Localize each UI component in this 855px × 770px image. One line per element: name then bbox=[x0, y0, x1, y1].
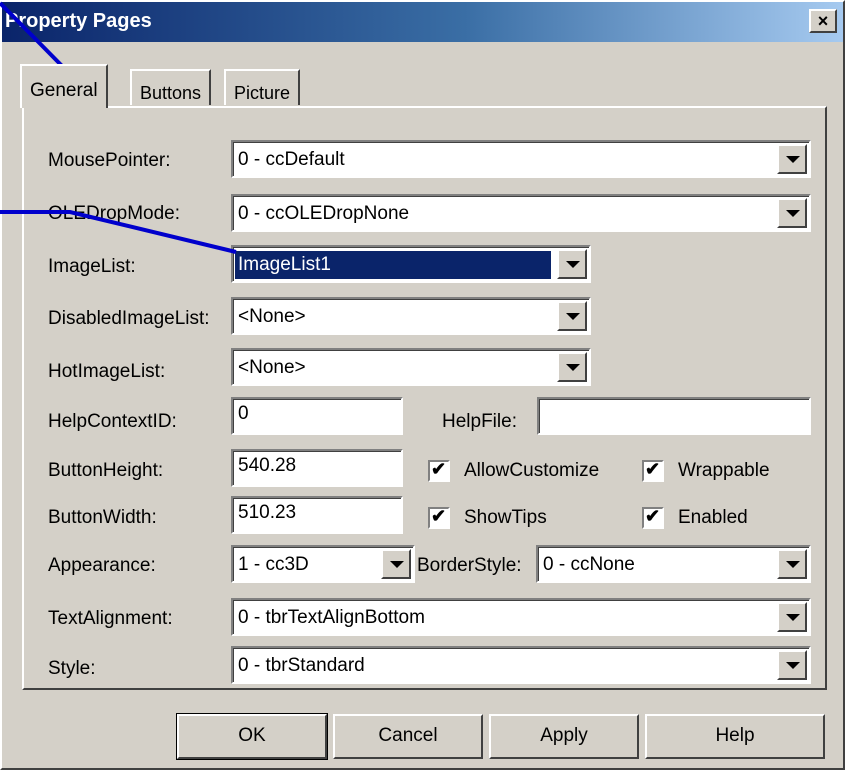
chevron-down-icon[interactable] bbox=[557, 352, 587, 382]
appearance-label: Appearance: bbox=[48, 555, 156, 576]
cancel-button[interactable]: Cancel bbox=[333, 714, 483, 759]
text-alignment-label: TextAlignment: bbox=[48, 608, 173, 629]
title-bar[interactable]: Property Pages × bbox=[2, 2, 843, 42]
show-tips-label: ShowTips bbox=[464, 507, 547, 528]
disabled-image-list-value: <None> bbox=[238, 306, 306, 327]
help-context-id-label: HelpContextID: bbox=[48, 411, 177, 432]
appearance-value: 1 - cc3D bbox=[238, 554, 309, 575]
help-context-id-value: 0 bbox=[238, 403, 249, 424]
style-dropdown[interactable]: 0 - tbrStandard bbox=[231, 646, 811, 684]
enabled-label: Enabled bbox=[678, 507, 748, 528]
ole-drop-mode-value: 0 - ccOLEDropNone bbox=[238, 203, 410, 224]
show-tips-checkbox[interactable] bbox=[428, 506, 450, 529]
allow-customize-label: AllowCustomize bbox=[464, 460, 600, 481]
image-list-value: ImageList1 bbox=[235, 251, 551, 279]
border-style-label: BorderStyle: bbox=[417, 555, 522, 576]
close-icon: × bbox=[817, 11, 829, 31]
tab-picture[interactable]: Picture bbox=[224, 69, 301, 105]
border-style-dropdown[interactable]: 0 - ccNone bbox=[536, 545, 811, 583]
help-context-id-input[interactable]: 0 bbox=[231, 397, 403, 435]
mouse-pointer-label: MousePointer: bbox=[48, 150, 171, 171]
style-value: 0 - tbrStandard bbox=[238, 655, 365, 676]
appearance-dropdown[interactable]: 1 - cc3D bbox=[231, 545, 415, 583]
ole-drop-mode-label: OLEDropMode: bbox=[48, 203, 181, 224]
wrappable-checkbox[interactable] bbox=[642, 459, 664, 482]
chevron-down-icon[interactable] bbox=[557, 249, 587, 279]
ole-drop-mode-dropdown[interactable]: 0 - ccOLEDropNone bbox=[231, 194, 811, 232]
apply-button[interactable]: Apply bbox=[489, 714, 639, 759]
tab-general[interactable]: General bbox=[20, 64, 108, 108]
wrappable-label: Wrappable bbox=[678, 460, 770, 481]
allow-customize-checkbox[interactable] bbox=[428, 459, 450, 482]
style-label: Style: bbox=[48, 658, 96, 679]
help-button[interactable]: Help bbox=[645, 714, 825, 759]
disabled-image-list-label: DisabledImageList: bbox=[48, 308, 210, 329]
button-width-value: 510.23 bbox=[238, 502, 297, 523]
button-height-input[interactable]: 540.28 bbox=[231, 449, 403, 487]
help-file-input[interactable] bbox=[537, 397, 811, 435]
chevron-down-icon[interactable] bbox=[777, 650, 807, 680]
image-list-dropdown[interactable]: ImageList1 bbox=[231, 245, 591, 283]
help-file-label: HelpFile: bbox=[442, 411, 517, 432]
mouse-pointer-value: 0 - ccDefault bbox=[238, 149, 345, 170]
close-button[interactable]: × bbox=[809, 9, 837, 33]
button-width-input[interactable]: 510.23 bbox=[231, 496, 403, 534]
hot-image-list-value: <None> bbox=[238, 357, 306, 378]
chevron-down-icon[interactable] bbox=[777, 602, 807, 632]
button-height-label: ButtonHeight: bbox=[48, 460, 164, 481]
button-height-value: 540.28 bbox=[238, 455, 297, 476]
property-pages-dialog: Property Pages × General Buttons Picture… bbox=[0, 0, 845, 770]
mouse-pointer-dropdown[interactable]: 0 - ccDefault bbox=[231, 140, 811, 178]
hot-image-list-label: HotImageList: bbox=[48, 361, 166, 382]
text-alignment-value: 0 - tbrTextAlignBottom bbox=[238, 607, 425, 628]
chevron-down-icon[interactable] bbox=[557, 301, 587, 331]
chevron-down-icon[interactable] bbox=[381, 549, 411, 579]
chevron-down-icon[interactable] bbox=[777, 144, 807, 174]
button-width-label: ButtonWidth: bbox=[48, 507, 157, 528]
chevron-down-icon[interactable] bbox=[777, 549, 807, 579]
enabled-checkbox[interactable] bbox=[642, 506, 664, 529]
image-list-label: ImageList: bbox=[48, 256, 136, 277]
border-style-value: 0 - ccNone bbox=[543, 554, 635, 575]
hot-image-list-dropdown[interactable]: <None> bbox=[231, 348, 591, 386]
text-alignment-dropdown[interactable]: 0 - tbrTextAlignBottom bbox=[231, 598, 811, 636]
general-tab-panel: MousePointer: 0 - ccDefault OLEDropMode:… bbox=[22, 106, 827, 690]
chevron-down-icon[interactable] bbox=[777, 198, 807, 228]
window-title: Property Pages bbox=[5, 10, 152, 32]
disabled-image-list-dropdown[interactable]: <None> bbox=[231, 297, 591, 335]
tab-buttons[interactable]: Buttons bbox=[130, 69, 212, 105]
ok-button[interactable]: OK bbox=[176, 713, 328, 760]
